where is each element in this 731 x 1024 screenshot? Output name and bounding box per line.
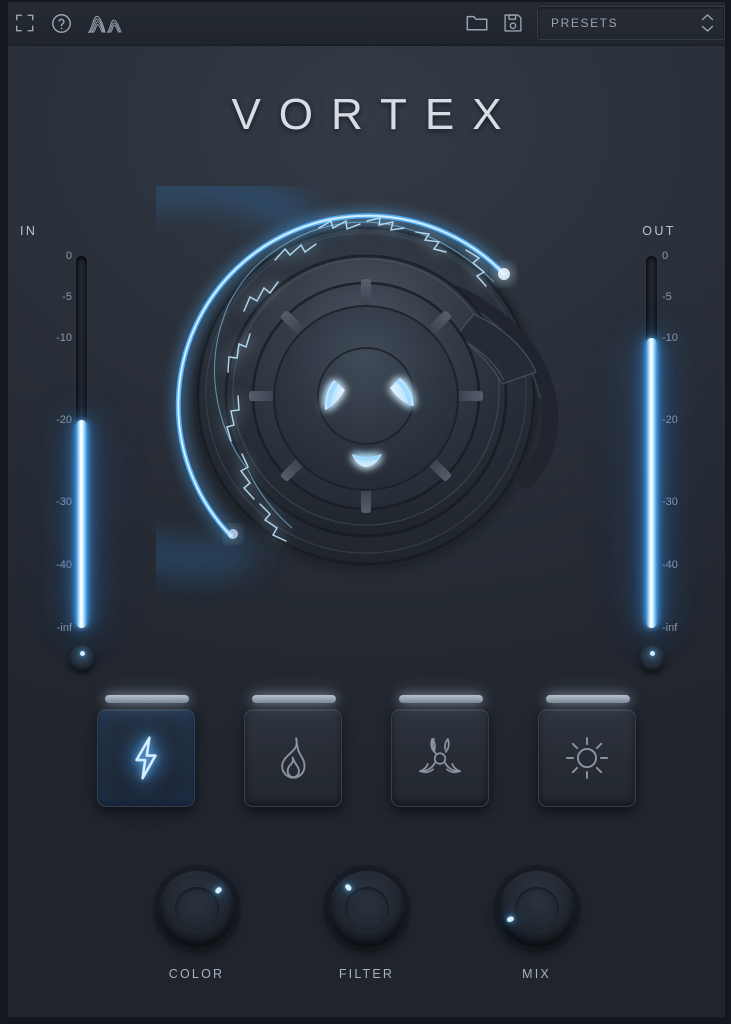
output-meter-track[interactable] — [646, 256, 657, 628]
spectrum-icon[interactable] — [87, 11, 125, 35]
frame-left — [0, 0, 8, 1024]
chevron-up-icon[interactable] — [700, 13, 715, 22]
presets-value: PRESETS — [551, 16, 619, 30]
main-panel: VORTEX IN 0 -5 -10 -20 -30 -40 -inf OUT 0 -5 -10… — [8, 46, 725, 1017]
input-meter-track[interactable] — [76, 256, 87, 628]
input-meter-label: IN — [20, 224, 38, 238]
color-knob[interactable] — [158, 871, 235, 947]
frame-right — [725, 0, 731, 1024]
meter-scale-tick: -10 — [56, 331, 72, 344]
header-bar: PRESETS — [0, 0, 731, 46]
mix-knob-cell: MIX — [489, 871, 585, 1011]
meter-scale-tick: -10 — [662, 331, 678, 344]
save-disk-icon[interactable] — [502, 12, 524, 34]
mode-flame[interactable] — [244, 695, 342, 807]
lightning-icon — [126, 735, 166, 781]
frame-bottom — [0, 1017, 731, 1024]
plugin-window: PRESETS VORTEX IN 0 -5 -10 -20 -30 -40 -inf OU — [0, 0, 731, 1024]
mode-sun[interactable] — [538, 695, 636, 807]
button-led — [546, 695, 630, 703]
folder-open-icon[interactable] — [465, 12, 489, 34]
header-left-icons — [14, 0, 125, 46]
meter-scale-tick: 0 — [662, 250, 669, 262]
meter-scale-tick: -40 — [56, 558, 72, 571]
button-led — [399, 695, 483, 703]
input-meter-scale: 0 -5 -10 -20 -30 -40 -inf — [30, 250, 72, 634]
biohazard-icon — [417, 736, 463, 780]
color-knob-cell: COLOR — [149, 871, 245, 1011]
color-knob-label: COLOR — [168, 967, 225, 981]
resize-icon[interactable] — [14, 12, 36, 34]
meter-scale-tick: -inf — [662, 622, 678, 634]
help-icon[interactable] — [50, 12, 73, 35]
input-gain-knob[interactable] — [69, 646, 95, 672]
mode-lightning[interactable] — [97, 695, 195, 807]
input-meter: IN 0 -5 -10 -20 -30 -40 -inf — [14, 176, 134, 676]
drive-knob[interactable] — [156, 186, 576, 606]
output-gain-knob[interactable] — [639, 646, 665, 672]
output-meter-fill — [646, 337, 657, 628]
meter-scale-tick: -30 — [56, 495, 72, 508]
meter-scale-tick: -5 — [62, 290, 72, 303]
presets-arrows — [700, 13, 715, 33]
presets-selector[interactable]: PRESETS — [537, 6, 725, 40]
flame-icon — [273, 735, 313, 781]
meter-scale-tick: -inf — [56, 622, 72, 634]
parameter-knob-row: COLOR FILTER MIX — [8, 871, 725, 1011]
mode-button-row — [8, 691, 725, 816]
input-meter-fill — [76, 419, 87, 628]
output-meter-label: OUT — [642, 224, 676, 238]
button-led — [252, 695, 336, 703]
output-meter-scale: 0 -5 -10 -20 -30 -40 -inf — [662, 250, 704, 634]
mode-biohazard[interactable] — [391, 695, 489, 807]
meter-scale-tick: -20 — [662, 413, 678, 426]
header-right-controls: PRESETS — [465, 0, 725, 46]
button-led — [105, 695, 189, 703]
mix-knob[interactable] — [498, 871, 575, 947]
meter-scale-tick: -20 — [56, 413, 72, 426]
sun-icon — [565, 736, 609, 780]
meter-scale-tick: -40 — [662, 558, 678, 571]
meter-scale-tick: 0 — [65, 250, 72, 262]
output-meter: OUT 0 -5 -10 -20 -30 -40 -inf — [599, 176, 719, 676]
page-title: VORTEX — [231, 90, 520, 139]
meter-scale-tick: -30 — [662, 495, 678, 508]
filter-knob-label: FILTER — [338, 967, 395, 981]
chevron-down-icon[interactable] — [700, 24, 715, 33]
mix-knob-label: MIX — [522, 967, 551, 981]
filter-knob-cell: FILTER — [319, 871, 415, 1011]
filter-knob[interactable] — [328, 871, 405, 947]
meter-scale-tick: -5 — [662, 290, 672, 303]
